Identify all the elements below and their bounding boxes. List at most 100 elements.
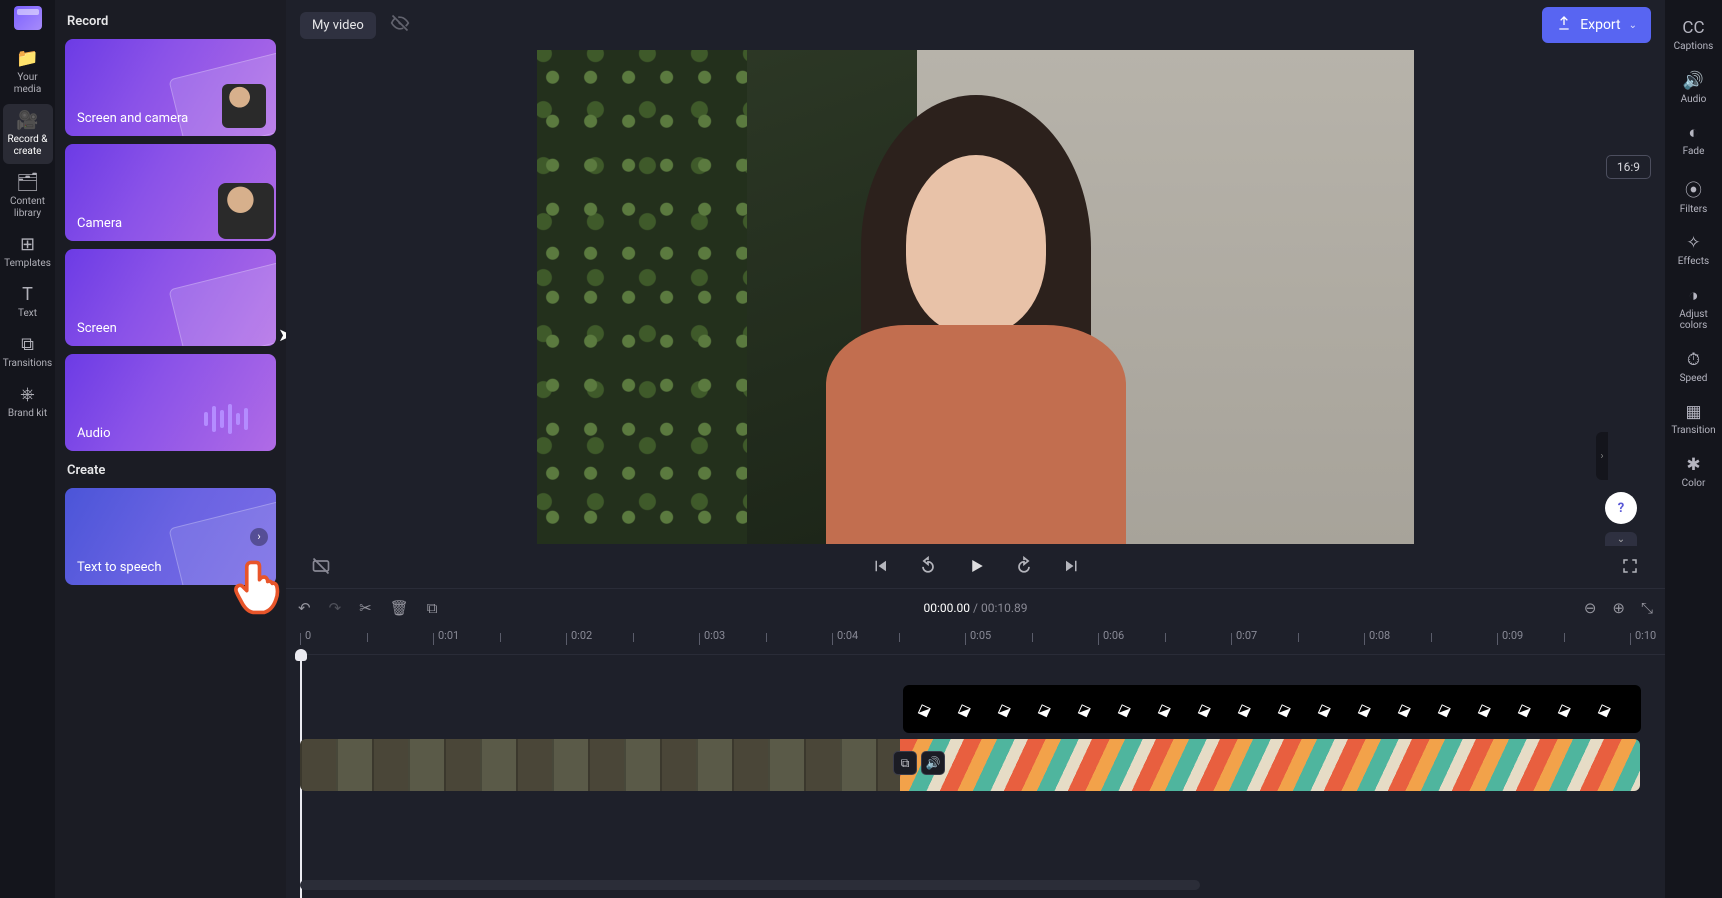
nav-brand-kit[interactable]: ⎈ Brand kit bbox=[3, 378, 53, 426]
record-camera[interactable]: Camera bbox=[65, 144, 276, 241]
nav-your-media[interactable]: 📁 Your media bbox=[3, 42, 53, 102]
library-icon: 🗂 bbox=[16, 174, 39, 192]
video-clip-2[interactable] bbox=[900, 739, 1640, 791]
camera-icon: 🎥 bbox=[16, 112, 38, 130]
ruler-minor-tick bbox=[766, 633, 767, 642]
color-icon: ✱ bbox=[1686, 455, 1700, 475]
effect-glyph-icon: ⬙ bbox=[1074, 695, 1102, 723]
ruler-minor-tick bbox=[1165, 633, 1166, 642]
nav-rail: 📁 Your media 🎥 Record & create 🗂 Content… bbox=[0, 0, 55, 898]
rr-speed[interactable]: ⏱Speed bbox=[1668, 342, 1720, 391]
panel-heading-create: Create bbox=[67, 463, 274, 478]
undo-button[interactable]: ↶ bbox=[298, 599, 311, 617]
templates-icon: ⊞ bbox=[20, 236, 35, 254]
effect-glyph-icon: ⬙ bbox=[1354, 695, 1382, 723]
rr-audio[interactable]: 🔊Audio bbox=[1668, 63, 1720, 112]
ruler-tick: 0:08 bbox=[1364, 633, 1365, 645]
nav-text[interactable]: T Text bbox=[3, 278, 53, 326]
timeline-ruler[interactable]: 00:010:020:030:040:050:060:070:080:090:1… bbox=[300, 627, 1665, 655]
timeline-tracks[interactable]: ⬙⬙⬙⬙⬙⬙⬙⬙⬙⬙⬙⬙⬙⬙⬙⬙⬙⬙ ⧉ 🔊 bbox=[286, 655, 1665, 898]
help-button[interactable]: ? bbox=[1605, 492, 1637, 524]
export-label: Export bbox=[1580, 17, 1620, 33]
video-preview[interactable] bbox=[537, 50, 1414, 544]
delete-button[interactable]: 🗑 bbox=[390, 599, 409, 617]
app-logo[interactable] bbox=[14, 6, 42, 30]
window-thumb-icon bbox=[168, 261, 276, 346]
nav-transitions[interactable]: ⧉ Transitions bbox=[3, 328, 53, 376]
clip-join-controls: ⧉ 🔊 bbox=[893, 751, 945, 775]
upload-icon bbox=[1556, 15, 1572, 35]
ruler-tick: 0:05 bbox=[965, 633, 966, 645]
rr-transition[interactable]: ▦Transition bbox=[1668, 394, 1720, 443]
fullscreen-button[interactable] bbox=[1619, 555, 1641, 577]
nav-content-library[interactable]: 🗂 Content library bbox=[3, 166, 53, 226]
rec-card-label: Screen and camera bbox=[77, 111, 188, 126]
export-button[interactable]: Export ⌄ bbox=[1542, 7, 1651, 43]
rr-captions[interactable]: CCCaptions bbox=[1668, 10, 1720, 59]
timeline-toolbar: ↶ ↷ ✂ 🗑 ⧉ 00:00.00 / 00:10.89 ⊖ ⊕ ⤡ bbox=[286, 589, 1665, 627]
rr-filters[interactable]: ⦿Filters bbox=[1668, 168, 1720, 222]
ruler-minor-tick bbox=[1298, 633, 1299, 642]
visibility-off-icon[interactable] bbox=[390, 13, 410, 37]
project-title[interactable]: My video bbox=[300, 12, 376, 39]
record-screen-and-camera[interactable]: Screen and camera bbox=[65, 39, 276, 136]
ruler-tick: 0:06 bbox=[1098, 633, 1099, 645]
ruler-tick: 0:10 bbox=[1630, 633, 1631, 645]
panel-heading-record: Record bbox=[67, 14, 274, 29]
forward-10-button[interactable] bbox=[1013, 555, 1035, 577]
ruler-minor-tick bbox=[367, 633, 368, 642]
rr-color[interactable]: ✱Color bbox=[1668, 447, 1720, 496]
ruler-tick: 0:01 bbox=[433, 633, 434, 645]
rec-card-label: Camera bbox=[77, 216, 122, 231]
effect-glyph-icon: ⬙ bbox=[954, 695, 982, 723]
transition-badge-icon[interactable]: ⧉ bbox=[893, 751, 917, 775]
nav-record-create[interactable]: 🎥 Record & create bbox=[3, 104, 53, 164]
ruler-tick: 0:03 bbox=[699, 633, 700, 645]
create-text-to-speech[interactable]: › Text to speech bbox=[65, 488, 276, 585]
timeline-scrollbar[interactable] bbox=[300, 880, 1200, 890]
effects-track-clip[interactable]: ⬙⬙⬙⬙⬙⬙⬙⬙⬙⬙⬙⬙⬙⬙⬙⬙⬙⬙ bbox=[903, 685, 1641, 733]
ruler-tick: 0:07 bbox=[1231, 633, 1232, 645]
nav-templates[interactable]: ⊞ Templates bbox=[3, 228, 53, 276]
effect-glyph-icon: ⬙ bbox=[1394, 695, 1422, 723]
video-clip-1[interactable] bbox=[300, 739, 900, 791]
chevron-right-icon: › bbox=[250, 528, 268, 546]
effect-glyph-icon: ⬙ bbox=[1514, 695, 1542, 723]
rec-card-label: Audio bbox=[77, 426, 110, 441]
redo-button[interactable]: ↷ bbox=[329, 599, 342, 617]
audio-icon: 🔊 bbox=[1683, 71, 1704, 91]
record-screen[interactable]: Screen bbox=[65, 249, 276, 346]
effect-glyph-icon: ⬙ bbox=[1594, 695, 1622, 723]
ruler-tick: 0 bbox=[300, 633, 301, 645]
split-button[interactable]: ✂ bbox=[359, 599, 372, 617]
rr-adjust-colors[interactable]: ◑Adjust colors bbox=[1668, 278, 1720, 338]
rewind-10-button[interactable] bbox=[917, 555, 939, 577]
nav-label: Brand kit bbox=[8, 408, 47, 420]
effect-glyph-icon: ⬙ bbox=[1314, 695, 1342, 723]
ruler-minor-tick bbox=[633, 633, 634, 642]
zoom-out-button[interactable]: ⊖ bbox=[1584, 599, 1597, 617]
speed-icon: ⏱ bbox=[1687, 350, 1700, 370]
ruler-minor-tick bbox=[500, 633, 501, 642]
rr-effects[interactable]: ✧Effects bbox=[1668, 225, 1720, 274]
effect-glyph-icon: ⬙ bbox=[1234, 695, 1262, 723]
play-button[interactable] bbox=[965, 555, 987, 577]
nav-label: Transitions bbox=[3, 358, 52, 370]
skip-start-button[interactable] bbox=[869, 555, 891, 577]
safe-zone-icon[interactable] bbox=[310, 555, 332, 577]
mic-wave-icon bbox=[204, 399, 254, 439]
collapse-right-rail-button[interactable]: › bbox=[1596, 432, 1608, 480]
effect-glyph-icon: ⬙ bbox=[1154, 695, 1182, 723]
duplicate-button[interactable]: ⧉ bbox=[427, 599, 438, 617]
aspect-ratio-button[interactable]: 16:9 bbox=[1606, 155, 1651, 179]
rr-fade[interactable]: ◐Fade bbox=[1668, 115, 1720, 164]
nav-label: Text bbox=[18, 308, 37, 320]
avatar-thumb-icon bbox=[218, 183, 274, 239]
record-panel: Record Screen and camera Camera Screen A… bbox=[55, 0, 286, 898]
skip-end-button[interactable] bbox=[1061, 555, 1083, 577]
ruler-tick: 0:09 bbox=[1497, 633, 1498, 645]
audio-badge-icon[interactable]: 🔊 bbox=[921, 751, 945, 775]
zoom-in-button[interactable]: ⊕ bbox=[1612, 599, 1625, 617]
zoom-fit-button[interactable]: ⤡ bbox=[1641, 599, 1653, 617]
record-audio[interactable]: Audio bbox=[65, 354, 276, 451]
